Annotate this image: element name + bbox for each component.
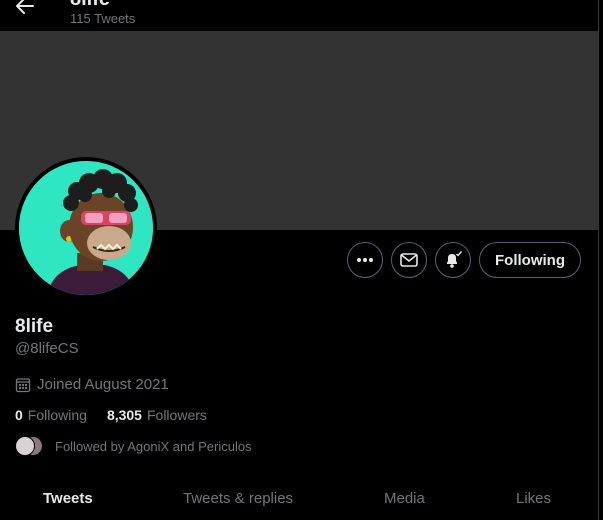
followers-count-link[interactable]: 8,305 Followers: [107, 407, 207, 423]
followed-by-link[interactable]: Followed by AgoniX and Periculos: [15, 436, 252, 456]
header-profile-name: 8life: [70, 0, 110, 11]
calendar-icon: [15, 377, 31, 392]
followers-label: Followers: [146, 407, 207, 423]
more-options-button[interactable]: [347, 242, 383, 278]
profile-header-bar: 8life 115 Tweets: [0, 0, 603, 31]
column-divider: [598, 0, 603, 520]
joined-date: Joined August 2021: [15, 376, 169, 393]
following-label: Following: [27, 407, 87, 423]
notifications-button[interactable]: [435, 242, 471, 278]
envelope-icon: [400, 253, 418, 267]
message-button[interactable]: [391, 242, 427, 278]
profile-avatar[interactable]: [15, 157, 157, 299]
mutual-avatar: [15, 436, 35, 456]
tab-likes[interactable]: Likes: [516, 490, 551, 507]
mutual-follower-avatars: [15, 436, 43, 456]
tab-media[interactable]: Media: [384, 490, 425, 507]
arrow-left-icon: [16, 0, 34, 14]
profile-handle: @8lifeCS: [15, 340, 79, 357]
following-button[interactable]: Following: [479, 242, 581, 278]
header-tweet-count: 115 Tweets: [70, 11, 136, 26]
follow-stats: 0 Following 8,305 Followers: [15, 407, 207, 423]
profile-display-name: 8life: [15, 316, 54, 337]
profile-tabs: Tweets Tweets & replies Media Likes: [0, 480, 598, 520]
back-button[interactable]: [10, 0, 40, 19]
bell-check-icon: [447, 251, 463, 268]
followed-by-text: Followed by AgoniX and Periculos: [55, 438, 252, 454]
following-count: 0: [15, 407, 23, 423]
tab-tweets-and-replies[interactable]: Tweets & replies: [183, 490, 293, 507]
more-dots-icon: [357, 258, 373, 262]
following-count-link[interactable]: 0 Following: [15, 407, 87, 423]
followers-count: 8,305: [106, 407, 142, 423]
joined-text: Joined August 2021: [37, 376, 169, 393]
tab-tweets[interactable]: Tweets: [43, 490, 93, 507]
ape-avatar-image: [19, 161, 153, 295]
